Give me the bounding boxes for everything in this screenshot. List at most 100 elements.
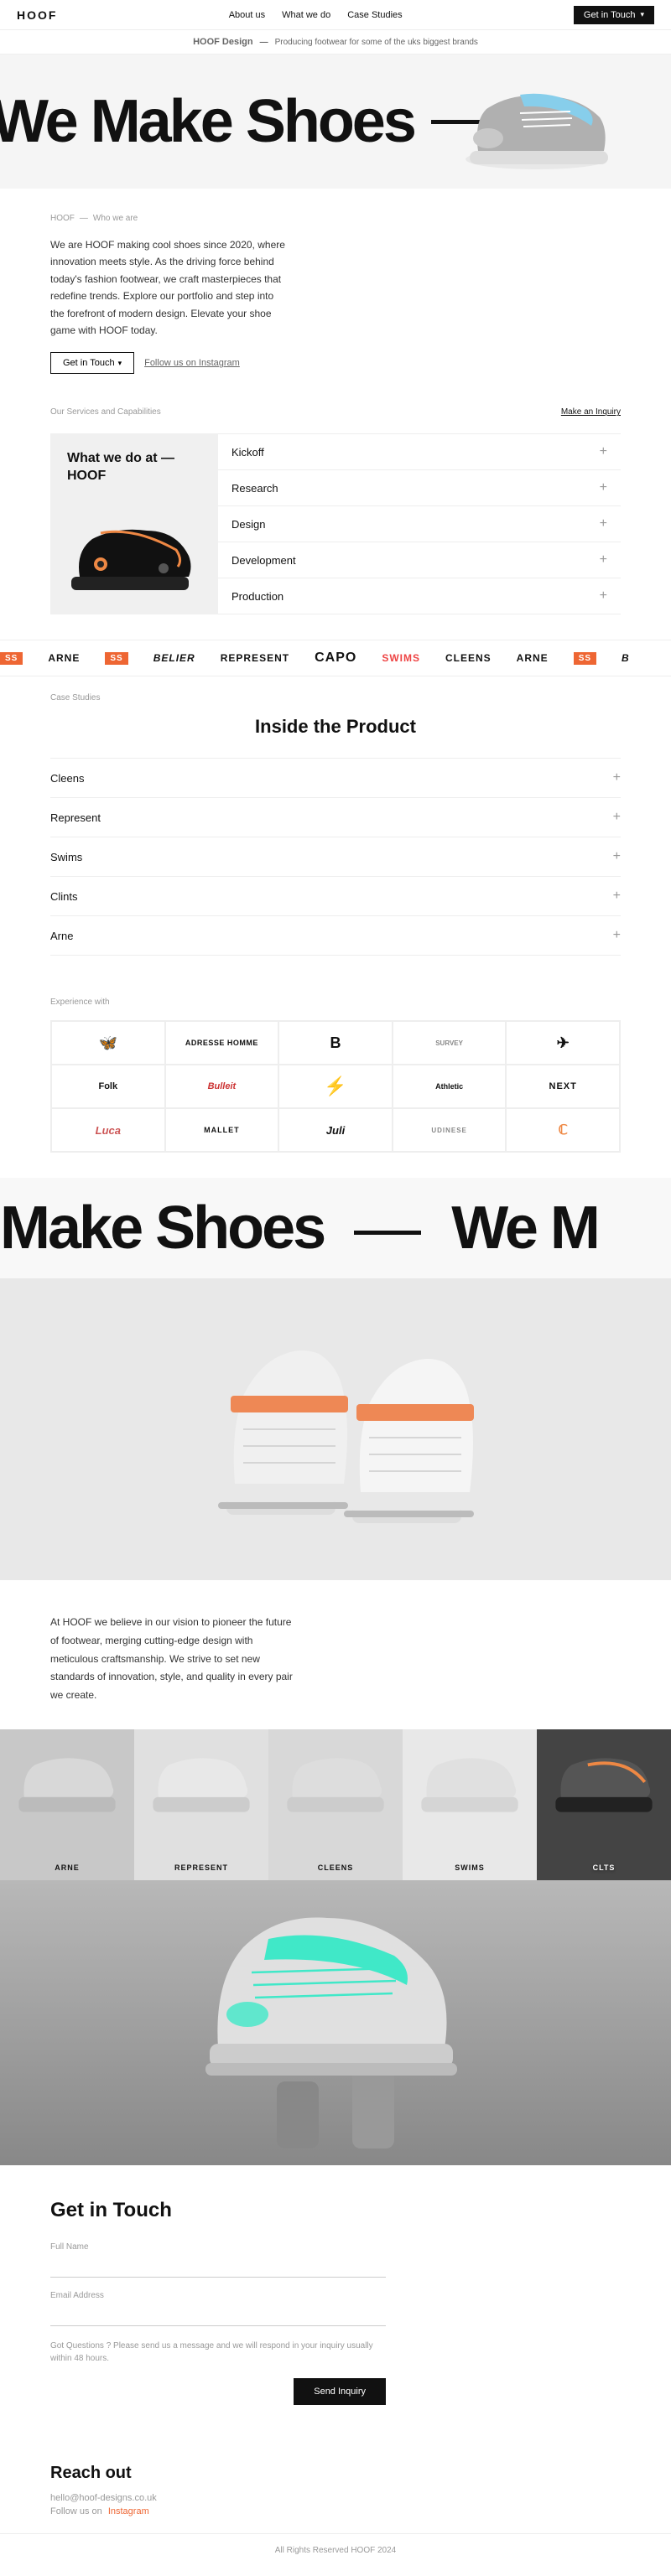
accordion-list: Cleens + Represent + Swims + Clints + Ar… [50, 758, 621, 956]
experience-grid: 🦋 ADRESSE HOMME B SURVEY ✈ Folk Bulleit … [50, 1020, 621, 1153]
ticker-swims: SWIMS [382, 652, 420, 664]
tagline-text: Producing footwear for some of the uks b… [275, 38, 478, 47]
contact-title: Get in Touch [50, 2199, 621, 2222]
ticker-represent: REPRESENT [221, 652, 289, 664]
reach-out-title: Reach out [50, 2464, 621, 2483]
nav-cta-button[interactable]: Get in Touch ▾ [574, 6, 654, 24]
service-item-kickoff[interactable]: Kickoff + [218, 434, 621, 470]
expand-icon: + [613, 849, 621, 864]
hero2-section: Make Shoes We M [0, 1178, 671, 1278]
submit-button[interactable]: Send Inquiry [294, 2378, 386, 2405]
exp-mallet: MALLET [165, 1108, 279, 1152]
ticker-belier-2: B [622, 652, 630, 664]
exp-folk: Folk [51, 1065, 165, 1108]
services-card-title: What we do at — HOOF [67, 450, 201, 485]
product-card-arne[interactable]: ARNE [0, 1729, 134, 1880]
make-inquiry-link[interactable]: Make an Inquiry [561, 407, 621, 417]
swims-shoe-preview [416, 1752, 523, 1817]
hero2-line [354, 1231, 421, 1235]
footer-text: All Rights Reserved HOOF 2024 [275, 2546, 397, 2555]
case-studies-section: Case Studies Inside the Product Cleens +… [0, 676, 671, 981]
accordion-item-swims[interactable]: Swims + [50, 837, 621, 877]
accordion-item-arne[interactable]: Arne + [50, 916, 621, 956]
full-name-label: Full Name [50, 2242, 386, 2252]
exp-adresse: ADRESSE HOMME [165, 1021, 279, 1065]
reach-out-email: hello@hoof-designs.co.uk [50, 2493, 621, 2503]
expand-icon: + [600, 444, 607, 459]
contact-section: Get in Touch Full Name Email Address Got… [0, 2165, 671, 2430]
expand-icon: + [600, 480, 607, 495]
instagram-link[interactable]: Instagram [108, 2506, 149, 2516]
service-item-design[interactable]: Design + [218, 506, 621, 542]
expand-icon: + [613, 928, 621, 943]
vision-text: At HOOF we believe in our vision to pion… [50, 1614, 302, 1704]
exp-survey: SURVEY [393, 1021, 507, 1065]
boot-illustration [193, 1312, 478, 1547]
ticker-arne-2: ARNE [517, 652, 549, 664]
service-item-research[interactable]: Research + [218, 470, 621, 506]
navigation: HOOF About us What we do Case Studies Ge… [0, 0, 671, 30]
hero-section: We Make Shoes [0, 54, 671, 189]
services-label: Our Services and Capabilities [50, 407, 161, 417]
product-label-arne: ARNE [55, 1863, 80, 1872]
product-label-represent: REPRESENT [174, 1863, 228, 1872]
contact-note: Got Questions ? Please send us a message… [50, 2340, 386, 2365]
represent-shoe-preview [148, 1752, 255, 1817]
exp-butterfly: 🦋 [51, 1021, 165, 1065]
ticker-ss-2: SS [105, 652, 127, 665]
product-card-clts[interactable]: CLTS [537, 1729, 671, 1880]
services-list: Kickoff + Research + Design + Developmen… [218, 433, 621, 614]
hero-headline: We Make Shoes [0, 87, 515, 156]
exp-next: NEXT [506, 1065, 620, 1108]
case-studies-label: Case Studies [50, 693, 621, 702]
get-in-touch-button[interactable]: Get in Touch ▾ [50, 352, 134, 374]
nav-links: About us What we do Case Studies [229, 10, 403, 20]
clts-shoe-preview [550, 1752, 658, 1817]
exp-udinese: UDINESE [393, 1108, 507, 1152]
nav-link-what[interactable]: What we do [282, 10, 330, 20]
product-card-represent[interactable]: REPRESENT [134, 1729, 268, 1880]
breadcrumb: HOOF — Who we are [50, 214, 621, 223]
accordion-item-represent[interactable]: Represent + [50, 798, 621, 837]
arne-shoe-preview [13, 1752, 121, 1817]
product-label-cleens: CLEENS [318, 1863, 354, 1872]
chevron-down-icon: ▾ [640, 10, 644, 19]
services-section: Our Services and Capabilities Make an In… [0, 391, 671, 640]
expand-icon: + [613, 889, 621, 904]
product-grid: ARNE REPRESENT CLEENS SWIMS CLTS [0, 1729, 671, 1880]
footer: All Rights Reserved HOOF 2024 [0, 2533, 671, 2567]
tagline-bar: HOOF Design — Producing footwear for som… [0, 30, 671, 54]
ticker-inner: SS ARNE SS BELIER REPRESENT CAPO SWIMS C… [0, 650, 671, 666]
email-input[interactable] [50, 2304, 386, 2326]
exp-bulleit: Bulleit [165, 1065, 279, 1108]
brand-ticker: SS ARNE SS BELIER REPRESENT CAPO SWIMS C… [0, 640, 671, 676]
about-buttons: Get in Touch ▾ Follow us on Instagram [50, 352, 621, 374]
ticker-ss-3: SS [574, 652, 596, 665]
shoe-illustration [453, 71, 621, 172]
service-item-development[interactable]: Development + [218, 542, 621, 578]
vision-section: At HOOF we believe in our vision to pion… [0, 1580, 671, 1729]
teal-shoe-section [0, 1880, 671, 2165]
service-item-production[interactable]: Production + [218, 578, 621, 614]
nav-link-case[interactable]: Case Studies [347, 10, 402, 20]
about-text: We are HOOF making cool shoes since 2020… [50, 236, 285, 339]
full-name-input[interactable] [50, 2255, 386, 2278]
exp-plane: ✈ [506, 1021, 620, 1065]
about-section: HOOF — Who we are We are HOOF making coo… [0, 189, 671, 391]
product-card-swims[interactable]: SWIMS [403, 1729, 537, 1880]
services-shoe-illustration [67, 518, 201, 598]
boot-svg [193, 1312, 478, 1547]
ticker-capo: CAPO [315, 650, 356, 666]
experience-label: Experience with [50, 998, 621, 1007]
teal-shoe-illustration [168, 1897, 503, 2148]
services-header: Our Services and Capabilities Make an In… [50, 407, 621, 417]
email-label: Email Address [50, 2291, 386, 2300]
accordion-item-clints[interactable]: Clints + [50, 877, 621, 916]
nav-link-about[interactable]: About us [229, 10, 265, 20]
accordion-item-cleens[interactable]: Cleens + [50, 759, 621, 798]
product-card-cleens[interactable]: CLEENS [268, 1729, 403, 1880]
exp-juli: Juli [278, 1108, 393, 1152]
ticker-arne-1: ARNE [48, 652, 80, 664]
instagram-link[interactable]: Follow us on Instagram [144, 358, 240, 368]
cleens-shoe-preview [282, 1752, 389, 1817]
